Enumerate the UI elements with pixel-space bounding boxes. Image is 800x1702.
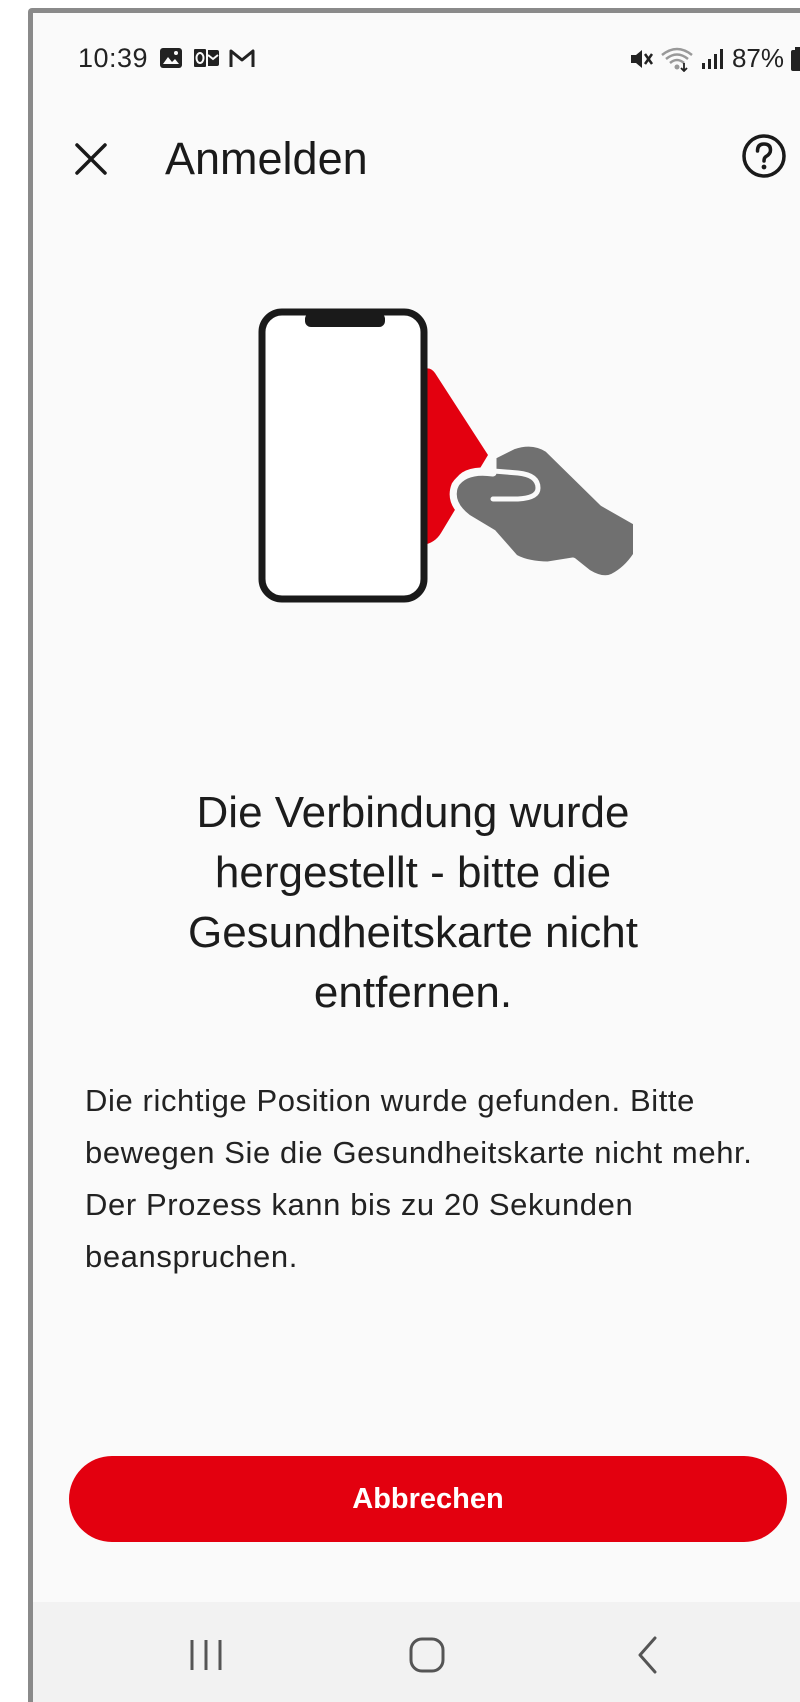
gmail-icon — [229, 49, 255, 67]
back-button[interactable] — [618, 1630, 678, 1680]
help-button[interactable] — [741, 133, 793, 185]
home-button[interactable] — [397, 1630, 457, 1680]
nfc-illustration — [258, 308, 633, 603]
mute-icon — [630, 49, 653, 68]
status-description: Die richtige Position wurde gefunden. Bi… — [85, 1083, 753, 1274]
status-notification-icons — [158, 46, 256, 70]
wifi-icon — [661, 47, 693, 72]
recent-apps-button[interactable] — [176, 1630, 236, 1680]
signal-icon — [701, 48, 723, 69]
phone-icon — [258, 308, 428, 603]
close-icon — [75, 143, 107, 175]
status-time: 10:39 — [78, 43, 149, 73]
image-icon — [160, 48, 182, 68]
status-system-icons: 87% — [628, 43, 800, 74]
battery-percentage: 87% — [731, 43, 784, 73]
status-bar: 10:39 87% — [33, 13, 800, 109]
battery-icon — [791, 46, 800, 71]
outlook-icon — [192, 47, 219, 69]
status-headline: Die Verbindung wurde hergestellt - bitte… — [187, 788, 639, 1017]
help-icon — [742, 134, 786, 178]
page-title: Anmelden — [165, 133, 368, 184]
system-nav-bar — [33, 1602, 800, 1702]
recent-apps-icon — [190, 1640, 222, 1670]
screen: 10:39 87% Anmelden Die Verbindung wurde … — [33, 13, 800, 1702]
back-icon — [638, 1636, 657, 1674]
cancel-button[interactable]: Abbrechen — [69, 1456, 787, 1542]
app-bar: Anmelden — [33, 109, 800, 219]
close-button[interactable] — [63, 131, 119, 187]
home-icon — [409, 1637, 445, 1673]
